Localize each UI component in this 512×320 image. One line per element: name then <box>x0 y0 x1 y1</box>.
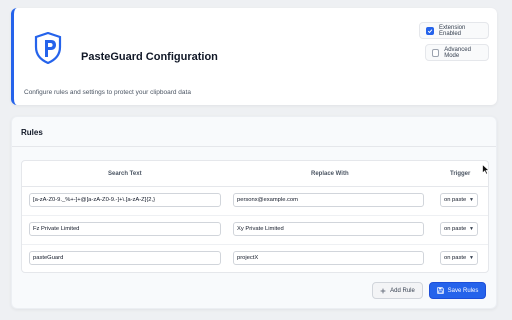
search-text-input-2[interactable]: Fz Private Limited <box>29 222 221 236</box>
replace-with-input-3[interactable]: projectX <box>233 251 424 265</box>
trigger-select-1[interactable]: on paste ▼ <box>440 193 478 207</box>
search-text-input-1[interactable]: [a-zA-Z0-9._%+-]+@[a-zA-Z0-9.-]+\.[a-zA-… <box>29 193 221 207</box>
replace-with-input-1[interactable]: personx@example.com <box>233 193 424 207</box>
search-text-input-3[interactable]: pasteGuard <box>29 251 221 265</box>
advanced-mode-toggle[interactable]: Advanced Mode <box>425 44 489 61</box>
add-rule-label: Add Rule <box>390 287 415 294</box>
save-rules-button[interactable]: Save Rules <box>429 282 486 299</box>
rules-card: Rules Search Text Replace With Trigger [… <box>11 116 497 309</box>
trigger-value-3: on paste <box>444 255 467 261</box>
check-icon <box>427 28 433 33</box>
mouse-cursor-icon <box>482 164 490 175</box>
extension-enabled-toggle[interactable]: Extension Enabled <box>419 22 489 39</box>
trigger-select-3[interactable]: on paste ▼ <box>440 251 478 265</box>
trigger-select-2[interactable]: on paste ▼ <box>440 222 478 236</box>
pasteguard-logo-icon <box>34 32 62 64</box>
chevron-down-icon: ▼ <box>469 197 474 203</box>
extension-enabled-label: Extension Enabled <box>439 24 466 37</box>
advanced-mode-checkbox[interactable] <box>432 48 440 57</box>
plus-icon <box>380 288 386 293</box>
page-title: PasteGuard Configuration <box>81 51 218 63</box>
rules-table: Search Text Replace With Trigger [a-zA-Z… <box>21 160 489 273</box>
add-rule-button[interactable]: Add Rule <box>372 282 423 299</box>
save-rules-label: Save Rules <box>447 287 479 294</box>
rules-header: Rules <box>12 117 496 147</box>
column-header-trigger: Trigger <box>450 171 471 177</box>
header-divider <box>22 186 488 187</box>
chevron-down-icon: ▼ <box>469 255 474 261</box>
column-header-search: Search Text <box>108 171 142 177</box>
advanced-mode-label: Advanced Mode <box>444 46 471 59</box>
page-subtitle: Configure rules and settings to protect … <box>24 89 191 96</box>
column-header-replace: Replace With <box>311 171 349 177</box>
extension-enabled-checkbox[interactable] <box>426 26 434 35</box>
replace-with-input-2[interactable]: Xy Private Limited <box>233 222 424 236</box>
rules-title: Rules <box>21 128 43 137</box>
trigger-value-2: on paste <box>444 226 467 232</box>
save-icon <box>436 287 444 294</box>
row-divider <box>22 215 488 216</box>
trigger-value-1: on paste <box>444 197 467 203</box>
row-divider <box>22 244 488 245</box>
chevron-down-icon: ▼ <box>469 226 474 232</box>
header-card: PasteGuard Configuration Configure rules… <box>11 8 497 105</box>
